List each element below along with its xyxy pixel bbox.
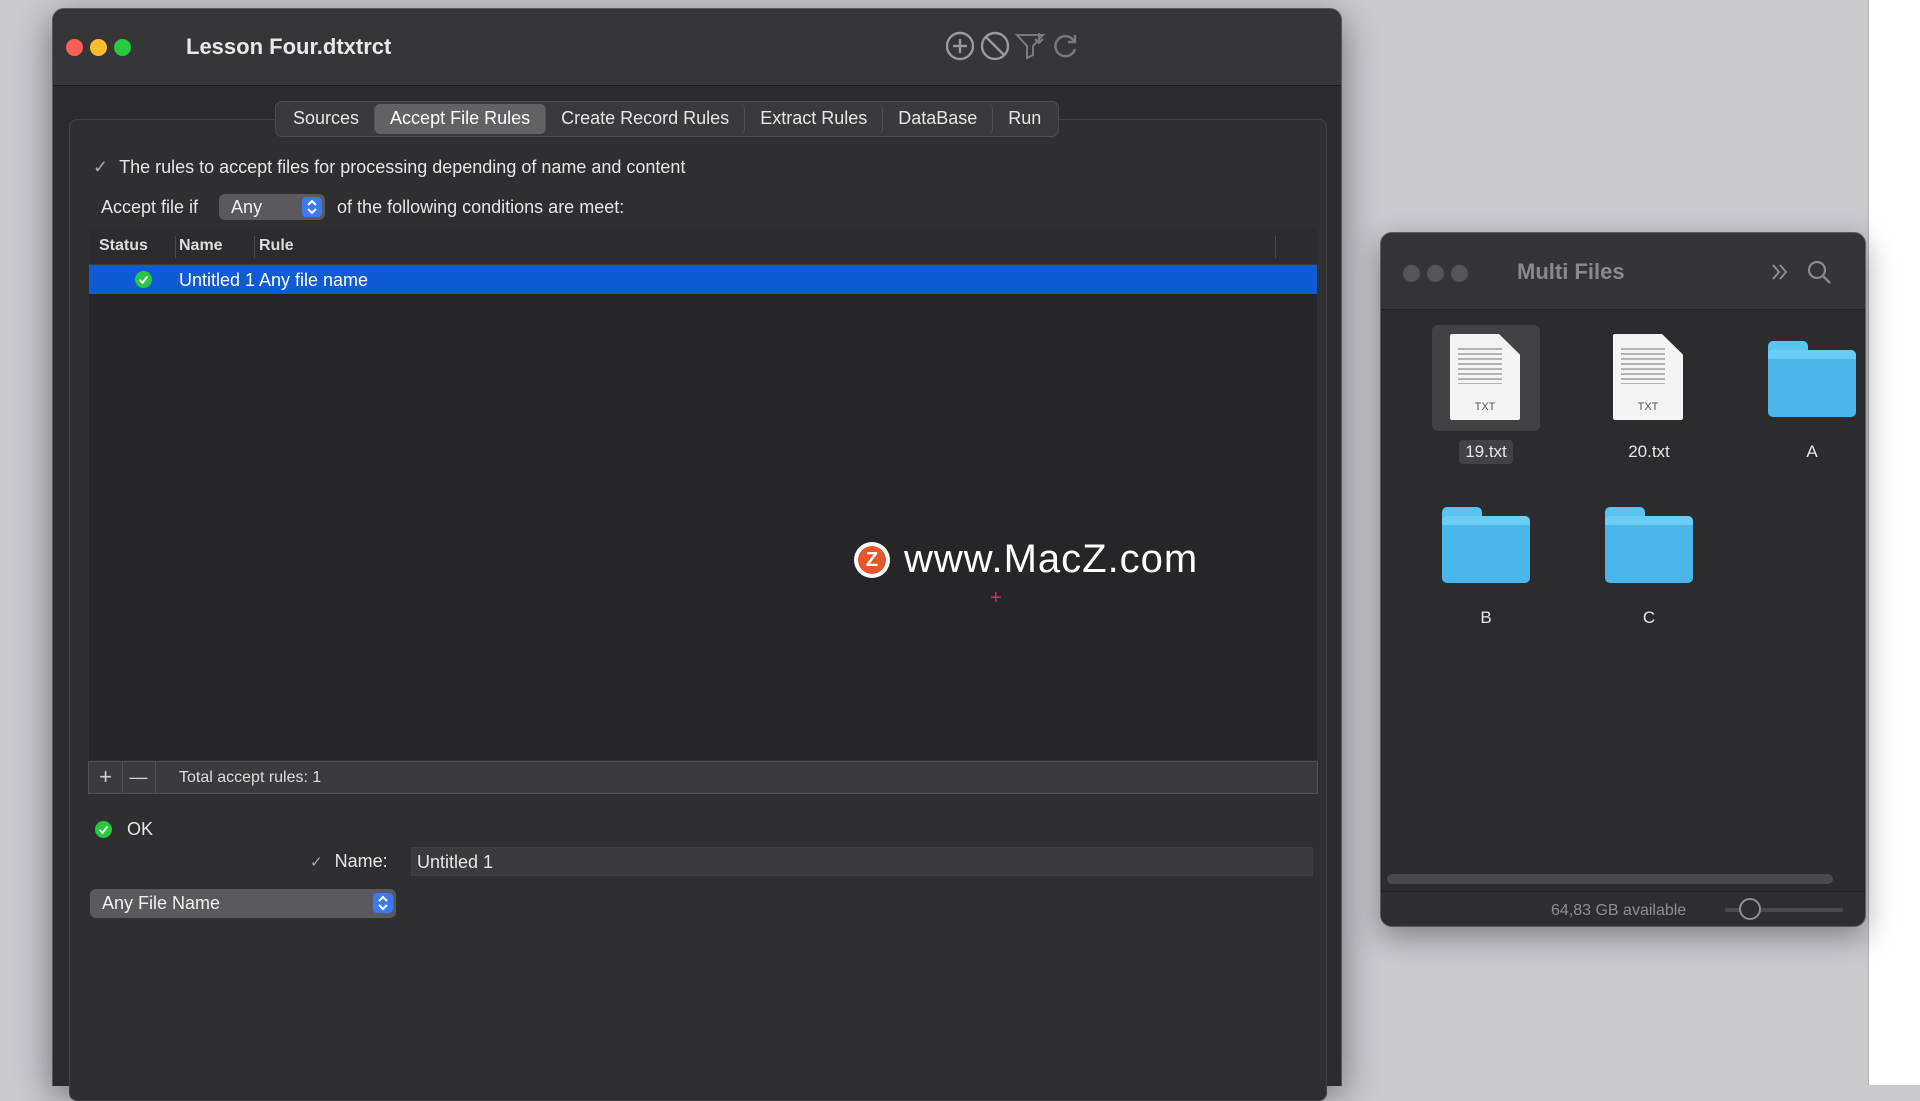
- accept-suffix: of the following conditions are meet:: [337, 196, 625, 217]
- rules-table: Status Name Rule Untitled 1 Any file nam…: [89, 228, 1317, 760]
- tab-create-record-rules[interactable]: Create Record Rules: [546, 104, 746, 134]
- available-space: 64,83 GB available: [1551, 902, 1687, 919]
- filter-download-icon[interactable]: [1013, 29, 1047, 63]
- file-name: 19.txt: [1459, 440, 1513, 464]
- column-divider[interactable]: [175, 236, 176, 258]
- minimize-button[interactable]: [90, 39, 107, 56]
- file-item[interactable]: TXT 19.txt: [1416, 325, 1556, 464]
- folder-icon: [1432, 491, 1540, 597]
- rules-description: The rules to accept files for processing…: [119, 157, 686, 177]
- row-name: Untitled 1: [179, 270, 256, 290]
- folder-name: C: [1642, 608, 1656, 627]
- status-ok-icon: [135, 271, 152, 288]
- status-text: OK: [127, 819, 154, 839]
- folder-name: A: [1806, 442, 1818, 461]
- watermark-text: www.MacZ.com: [904, 537, 1199, 581]
- add-rule-button[interactable]: +: [89, 762, 123, 793]
- column-divider[interactable]: [254, 236, 255, 258]
- column-header-name[interactable]: Name: [179, 237, 223, 255]
- status-row: OK: [95, 819, 153, 840]
- total-rules-count: Total accept rules: 1: [179, 769, 322, 786]
- txt-file-icon: TXT: [1595, 325, 1703, 431]
- zoom-button[interactable]: [114, 39, 131, 56]
- checkmark-icon: ✓: [93, 157, 109, 177]
- chevron-double-right-icon[interactable]: [1765, 257, 1795, 287]
- watermark: Z www.MacZ.com: [854, 537, 1198, 582]
- finder-status-bar: 64,83 GB available: [1381, 891, 1865, 926]
- slider-knob[interactable]: [1739, 898, 1761, 920]
- status-ok-icon: [95, 821, 112, 838]
- refresh-icon[interactable]: [1048, 29, 1082, 63]
- finder-window: Multi Files TXT 19.txt TXT 20.txt A B C …: [1380, 232, 1866, 927]
- table-footer: + — Total accept rules: 1: [88, 761, 1318, 794]
- folder-name: B: [1480, 608, 1492, 627]
- watermark-logo-icon: Z: [854, 541, 890, 578]
- column-divider[interactable]: [1275, 236, 1276, 258]
- file-item[interactable]: TXT 20.txt: [1579, 325, 1719, 464]
- name-label: Name:: [334, 851, 388, 871]
- name-field[interactable]: Untitled 1: [411, 847, 1313, 876]
- row-rule: Any file name: [259, 270, 369, 290]
- tab-sources[interactable]: Sources: [278, 104, 376, 134]
- accept-condition-row: Accept file if Any of the following cond…: [101, 194, 624, 220]
- checkmark-icon: ✓: [310, 853, 323, 871]
- tab-accept-file-rules[interactable]: Accept File Rules: [375, 104, 547, 134]
- tab-extract-rules[interactable]: Extract Rules: [745, 104, 884, 134]
- plus-circle-icon[interactable]: [943, 29, 977, 63]
- column-header-status[interactable]: Status: [99, 237, 148, 255]
- rule-type-value: Any File Name: [102, 893, 221, 913]
- folder-item[interactable]: A: [1742, 325, 1865, 464]
- folder-item[interactable]: B: [1416, 491, 1556, 630]
- description-row: ✓ The rules to accept files for processi…: [93, 157, 685, 178]
- chevron-updown-icon: [373, 893, 393, 913]
- accept-mode-value: Any: [231, 197, 263, 217]
- main-window: Lesson Four.dtxtrct Sources Accept File …: [52, 8, 1342, 1101]
- search-icon[interactable]: [1804, 257, 1834, 287]
- name-row: ✓ Name:: [310, 851, 388, 872]
- close-button[interactable]: [66, 39, 83, 56]
- zoom-button[interactable]: [1451, 265, 1468, 282]
- folder-item[interactable]: C: [1579, 491, 1719, 630]
- folder-icon: [1758, 325, 1865, 431]
- finder-titlebar: Multi Files: [1381, 233, 1865, 310]
- crosshair-cursor-icon: +: [990, 587, 1002, 609]
- desktop-edge: [1868, 0, 1920, 1085]
- tab-run[interactable]: Run: [993, 104, 1056, 134]
- finder-title: Multi Files: [1517, 259, 1625, 284]
- accept-label: Accept file if: [101, 196, 199, 217]
- chevron-updown-icon: [302, 197, 323, 217]
- tab-database[interactable]: DataBase: [883, 104, 994, 134]
- accept-mode-popup[interactable]: Any: [219, 194, 326, 220]
- table-header: Status Name Rule: [89, 228, 1317, 265]
- remove-rule-button[interactable]: —: [122, 762, 156, 793]
- horizontal-scrollbar[interactable]: [1387, 874, 1833, 884]
- txt-file-icon: TXT: [1432, 325, 1540, 431]
- prohibit-icon[interactable]: [978, 29, 1012, 63]
- rule-type-popup[interactable]: Any File Name: [90, 889, 396, 918]
- folder-icon: [1595, 491, 1703, 597]
- table-row[interactable]: Untitled 1 Any file name: [89, 265, 1317, 294]
- tab-bar: Sources Accept File Rules Create Record …: [275, 101, 1060, 137]
- file-name: 20.txt: [1628, 442, 1670, 461]
- window-title: Lesson Four.dtxtrct: [186, 34, 392, 59]
- main-titlebar: Lesson Four.dtxtrct: [53, 9, 1341, 86]
- close-button[interactable]: [1403, 265, 1420, 282]
- minimize-button[interactable]: [1427, 265, 1444, 282]
- column-header-rule[interactable]: Rule: [259, 237, 294, 255]
